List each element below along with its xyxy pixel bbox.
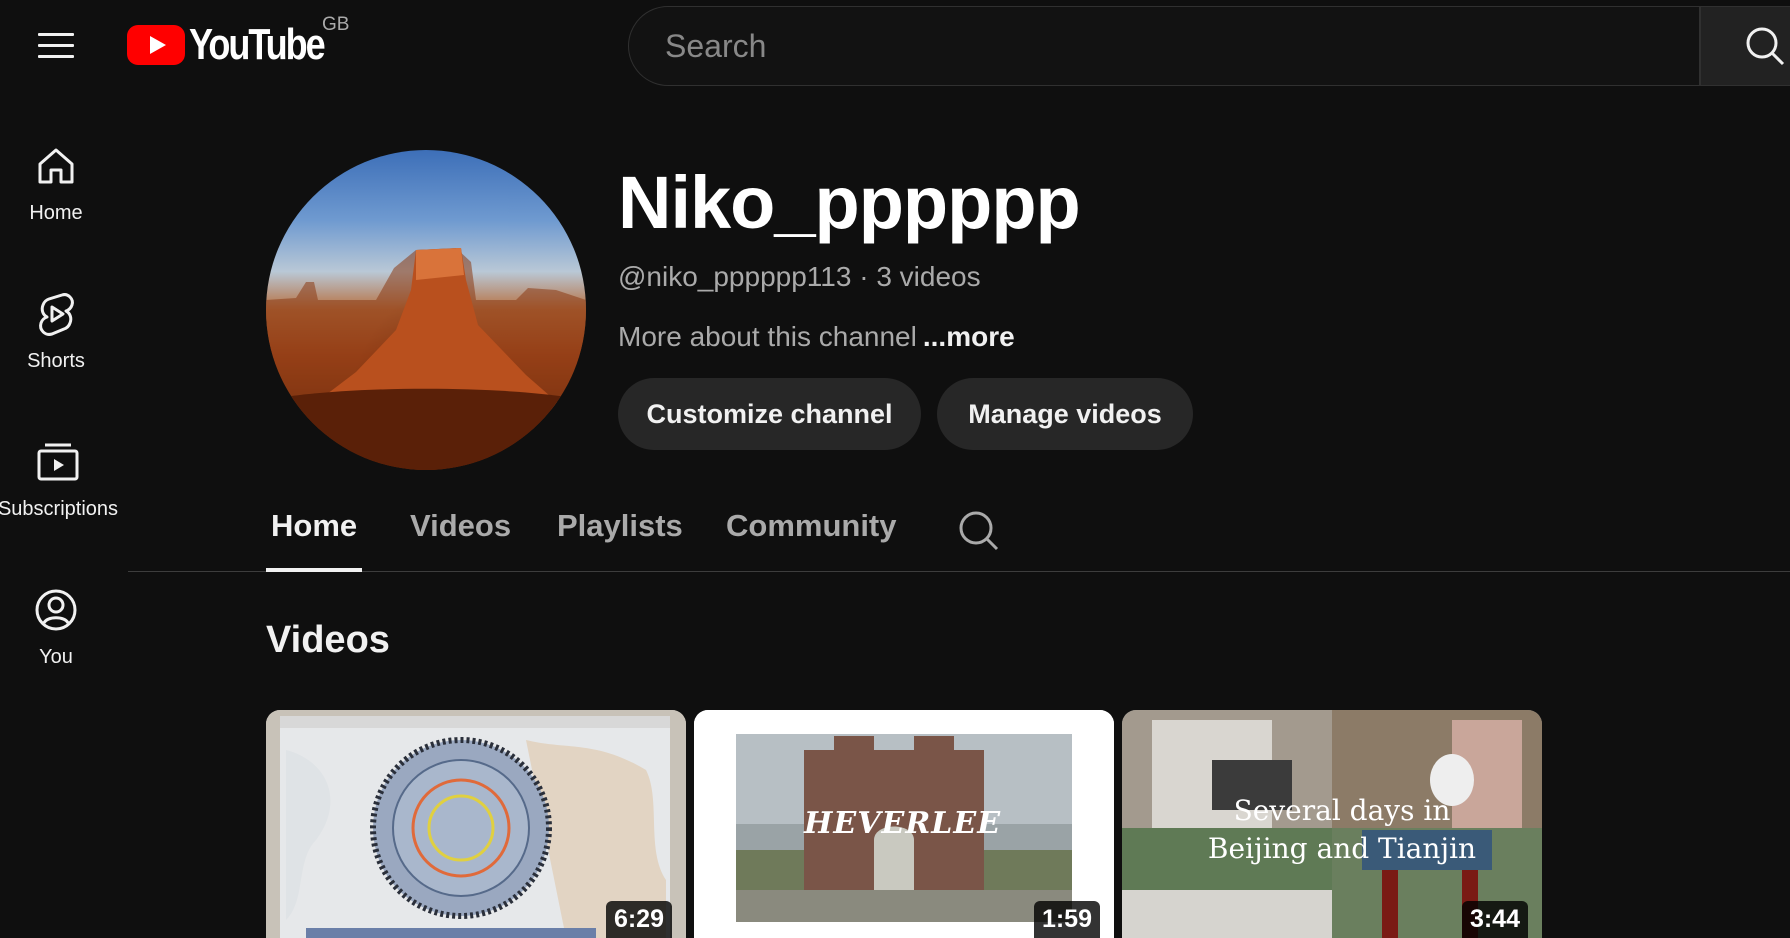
tab-videos[interactable]: Videos <box>410 508 511 572</box>
channel-tabs: Home Videos Playlists Community <box>128 490 1790 572</box>
channel-description: More about this channel ...more <box>618 321 1015 353</box>
country-code: GB <box>322 14 350 35</box>
channel-description-text: More about this channel <box>618 321 917 352</box>
video-overlay-text: Several days in Beijing and Tianjin <box>1207 794 1477 865</box>
search-icon <box>1746 27 1785 66</box>
user-circle-icon <box>35 589 77 631</box>
video-duration: 3:44 <box>1461 901 1528 938</box>
video-thumbnail[interactable]: HEVERLEE 1:59 <box>694 710 1114 938</box>
search-input[interactable] <box>663 26 1699 66</box>
sidebar-item-label: You <box>39 646 73 668</box>
search-button[interactable] <box>1700 6 1790 86</box>
desert-butte-image <box>266 248 586 470</box>
channel-title: Niko_pppppp <box>618 161 1081 244</box>
sidebar: Home Shorts Subscriptions You <box>0 92 128 938</box>
video-thumbnail[interactable]: 6:29 <box>266 710 686 938</box>
video-duration: 1:59 <box>1033 901 1100 938</box>
sidebar-item-subscriptions[interactable]: Subscriptions <box>0 438 119 558</box>
subscriptions-icon <box>37 443 79 481</box>
channel-handle-and-count: @niko_pppppp113 · 3 videos <box>618 261 981 292</box>
sidebar-item-label: Subscriptions <box>0 498 119 520</box>
customize-channel-button[interactable]: Customize channel <box>618 378 921 450</box>
video-thumbnail[interactable]: Several days in Beijing and Tianjin 3:44 <box>1122 710 1542 938</box>
top-header: YouTube GB <box>0 0 1790 92</box>
manage-videos-button[interactable]: Manage videos <box>937 378 1193 450</box>
video-duration: 6:29 <box>605 901 672 938</box>
tab-home[interactable]: Home <box>265 508 363 572</box>
menu-icon[interactable] <box>38 30 74 60</box>
sidebar-item-shorts[interactable]: Shorts <box>0 290 112 410</box>
sidebar-item-you[interactable]: You <box>0 586 112 706</box>
channel-avatar[interactable] <box>266 150 586 470</box>
logo-text: YouTube <box>189 20 326 69</box>
sidebar-item-label: Home <box>29 202 83 224</box>
sidebar-item-label: Shorts <box>27 350 85 372</box>
youtube-play-icon <box>127 25 185 65</box>
video-overlay-text: HEVERLEE <box>804 806 1002 841</box>
shorts-icon <box>39 293 74 336</box>
channel-search-icon[interactable] <box>958 510 1000 552</box>
tab-community[interactable]: Community <box>726 508 897 572</box>
more-link[interactable]: ...more <box>923 321 1015 352</box>
tab-playlists[interactable]: Playlists <box>557 508 683 572</box>
sidebar-item-home[interactable]: Home <box>0 142 112 262</box>
search-bar <box>628 6 1700 86</box>
home-icon <box>38 148 74 184</box>
videos-section-title: Videos <box>266 619 390 661</box>
youtube-logo[interactable]: YouTube <box>127 20 353 70</box>
